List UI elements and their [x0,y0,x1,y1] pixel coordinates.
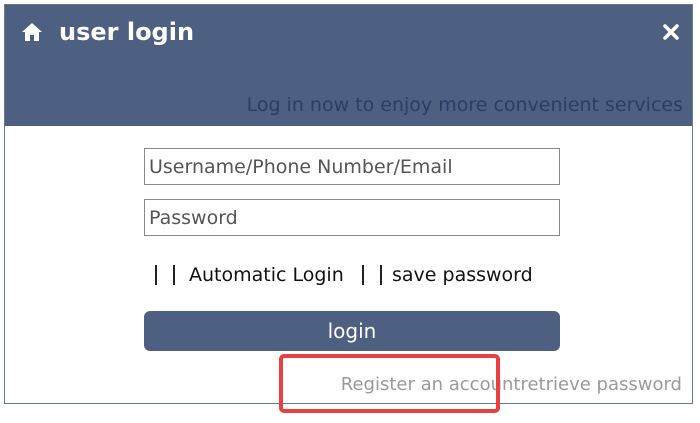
close-icon[interactable] [662,23,680,41]
login-button[interactable]: login [144,311,560,351]
save-password-checkbox[interactable] [362,265,382,285]
automatic-login-label[interactable]: Automatic Login [189,262,344,288]
bottom-links: Register an accountretrieve password [341,372,682,398]
home-icon [22,23,42,41]
automatic-login-checkbox[interactable] [155,265,175,285]
dialog-title: user login [59,18,195,46]
dialog-subtitle: Log in now to enjoy more convenient serv… [246,94,683,116]
username-input[interactable] [144,148,560,185]
retrieve-password-link[interactable]: retrieve password [520,374,682,395]
save-password-label[interactable]: save password [392,262,533,288]
login-dialog: user login Log in now to enjoy more conv… [4,4,693,404]
register-account-link[interactable]: Register an account [341,374,521,395]
dialog-header: user login Log in now to enjoy more conv… [5,5,692,126]
password-input[interactable] [144,199,560,236]
